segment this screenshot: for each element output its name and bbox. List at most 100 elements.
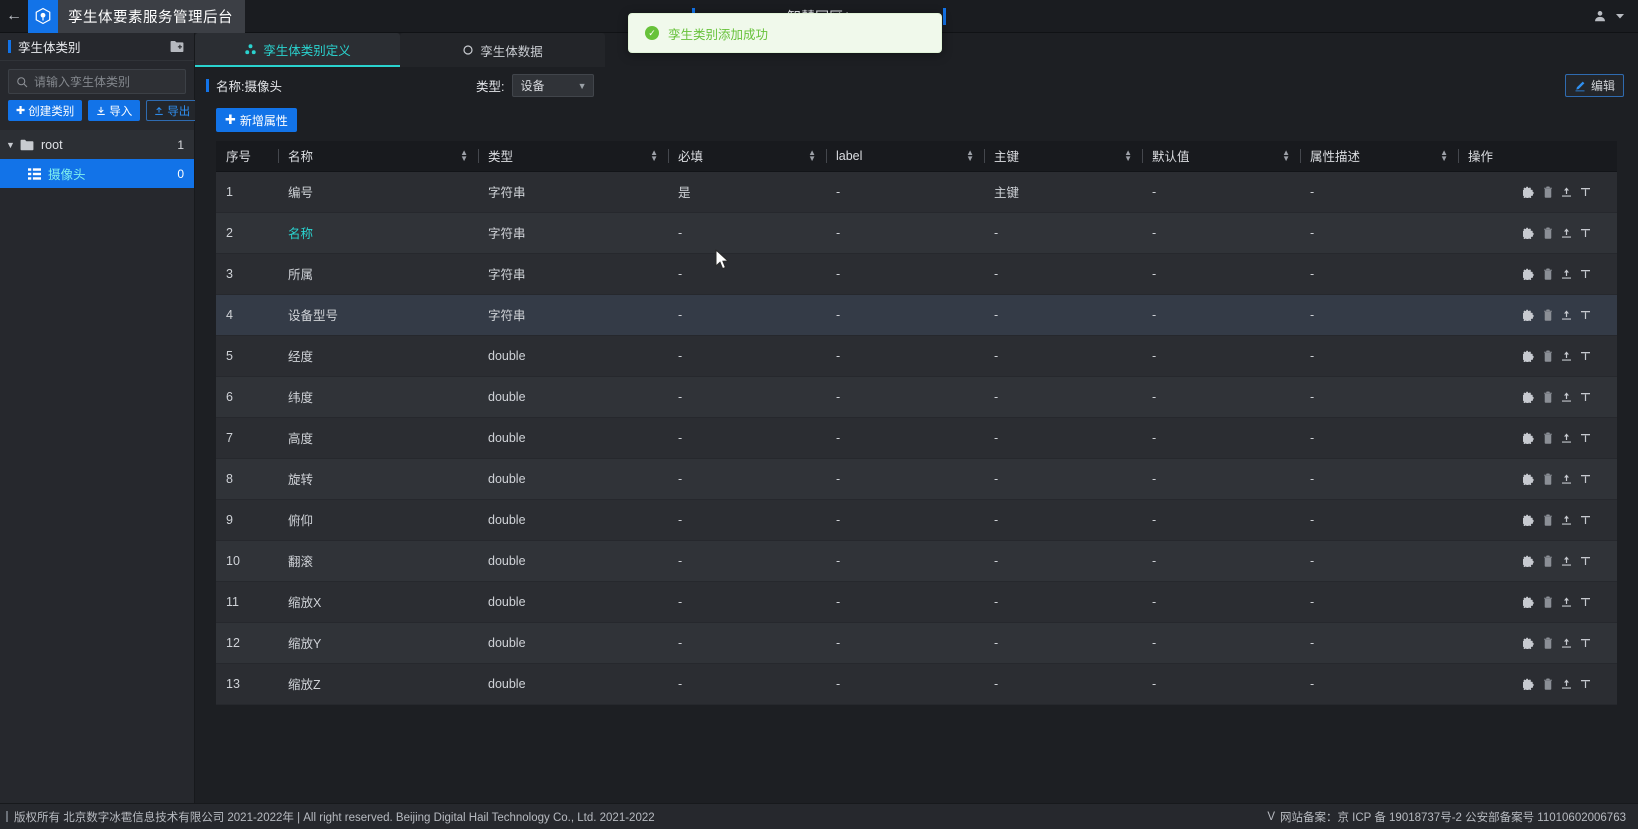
delete-icon[interactable] [1543, 186, 1553, 198]
move-up-icon[interactable] [1561, 637, 1572, 649]
table-cell-ops[interactable] [1458, 540, 1617, 582]
move-top-icon[interactable] [1580, 637, 1591, 649]
table-row[interactable]: 1 编号 字符串是 - 主键 - - [216, 171, 1617, 213]
search-input[interactable] [34, 74, 189, 89]
table-cell-ops[interactable] [1458, 212, 1617, 254]
settings-icon[interactable] [1523, 186, 1535, 198]
move-up-icon[interactable] [1561, 186, 1572, 198]
chevron-down-icon[interactable] [1614, 10, 1626, 22]
move-up-icon[interactable] [1561, 596, 1572, 608]
delete-icon[interactable] [1543, 350, 1553, 362]
settings-icon[interactable] [1523, 350, 1535, 362]
tab-class-definition[interactable]: 孪生体类别定义 [195, 33, 400, 67]
delete-icon[interactable] [1543, 391, 1553, 403]
move-up-icon[interactable] [1561, 514, 1572, 526]
move-top-icon[interactable] [1580, 391, 1591, 403]
table-cell-ops[interactable] [1458, 376, 1617, 418]
move-up-icon[interactable] [1561, 678, 1572, 690]
add-attribute-button[interactable]: ✚ 新增属性 [216, 108, 297, 132]
user-icon[interactable] [1593, 9, 1607, 23]
type-select[interactable]: 设备 ▼ [512, 74, 595, 97]
table-row[interactable]: 5 经度 double - - - - - [216, 335, 1617, 377]
table-row[interactable]: 3 所属 字符串 - - - - - [216, 253, 1617, 295]
import-button[interactable]: 导入 [88, 100, 141, 121]
delete-icon[interactable] [1543, 555, 1553, 567]
table-header-req[interactable]: 必填 ▲ ▼ [668, 141, 826, 172]
table-row[interactable]: 8 旋转 double - - - - - [216, 458, 1617, 500]
table-cell-ops[interactable] [1458, 335, 1617, 377]
move-up-icon[interactable] [1561, 555, 1572, 567]
move-top-icon[interactable] [1580, 309, 1591, 321]
move-up-icon[interactable] [1561, 268, 1572, 280]
move-up-icon[interactable] [1561, 350, 1572, 362]
move-top-icon[interactable] [1580, 186, 1591, 198]
settings-icon[interactable] [1523, 555, 1535, 567]
table-cell-ops[interactable] [1458, 171, 1617, 213]
table-row[interactable]: 11 缩放X double - - - - - [216, 581, 1617, 623]
sort-toggle-name[interactable]: ▲ ▼ [460, 148, 468, 162]
table-row[interactable]: 12 缩放Y double - - - - - [216, 622, 1617, 664]
delete-icon[interactable] [1543, 678, 1553, 690]
move-top-icon[interactable] [1580, 350, 1591, 362]
back-arrow-icon[interactable]: ← [0, 0, 28, 33]
settings-icon[interactable] [1523, 473, 1535, 485]
move-top-icon[interactable] [1580, 432, 1591, 444]
move-up-icon[interactable] [1561, 473, 1572, 485]
delete-icon[interactable] [1543, 596, 1553, 608]
settings-icon[interactable] [1523, 227, 1535, 239]
move-top-icon[interactable] [1580, 268, 1591, 280]
table-cell-ops[interactable] [1458, 294, 1617, 336]
move-up-icon[interactable] [1561, 309, 1572, 321]
table-cell-ops[interactable] [1458, 458, 1617, 500]
delete-icon[interactable] [1543, 227, 1553, 239]
delete-icon[interactable] [1543, 432, 1553, 444]
table-header-label[interactable]: label ▲ ▼ [826, 141, 984, 172]
table-cell-ops[interactable] [1458, 622, 1617, 664]
sort-toggle-label[interactable]: ▲ ▼ [966, 148, 974, 162]
table-row[interactable]: 4 设备型号 字符串 - - - - - [216, 294, 1617, 336]
edit-button[interactable]: 编辑 [1564, 74, 1624, 97]
delete-icon[interactable] [1543, 268, 1553, 280]
delete-icon[interactable] [1543, 309, 1553, 321]
export-button[interactable]: 导出 [146, 100, 199, 121]
settings-icon[interactable] [1523, 391, 1535, 403]
sort-toggle-pk[interactable]: ▲ ▼ [1124, 148, 1132, 162]
table-cell-ops[interactable] [1458, 253, 1617, 295]
settings-icon[interactable] [1523, 678, 1535, 690]
new-folder-icon[interactable] [170, 40, 184, 53]
move-top-icon[interactable] [1580, 678, 1591, 690]
table-header-def[interactable]: 默认值 ▲ ▼ [1142, 141, 1300, 172]
table-cell-ops[interactable] [1458, 663, 1617, 705]
table-header-type[interactable]: 类型 ▲ ▼ [478, 141, 668, 172]
move-up-icon[interactable] [1561, 391, 1572, 403]
search-box[interactable] [8, 69, 189, 94]
table-row[interactable]: 9 俯仰 double - - - - - [216, 499, 1617, 541]
create-category-button[interactable]: ✚ 创建类别 [8, 100, 83, 121]
table-row[interactable]: 6 纬度 double - - - - - [216, 376, 1617, 418]
settings-icon[interactable] [1523, 596, 1535, 608]
tab-twin-data[interactable]: 孪生体数据 [400, 33, 605, 67]
move-up-icon[interactable] [1561, 432, 1572, 444]
settings-icon[interactable] [1523, 309, 1535, 321]
settings-icon[interactable] [1523, 637, 1535, 649]
sort-toggle-req[interactable]: ▲ ▼ [808, 148, 816, 162]
table-header-name[interactable]: 名称 ▲ ▼ [278, 141, 478, 172]
chevron-down-icon[interactable]: ▼ [6, 140, 20, 150]
table-header-desc[interactable]: 属性描述 ▲ ▼ [1300, 141, 1458, 172]
move-up-icon[interactable] [1561, 227, 1572, 239]
move-top-icon[interactable] [1580, 555, 1591, 567]
delete-icon[interactable] [1543, 473, 1553, 485]
tree-node-camera[interactable]: 摄像头 0 [0, 159, 194, 188]
table-row[interactable]: 7 高度 double - - - - - [216, 417, 1617, 459]
table-cell-ops[interactable] [1458, 499, 1617, 541]
sort-toggle-desc[interactable]: ▲ ▼ [1440, 148, 1448, 162]
delete-icon[interactable] [1543, 637, 1553, 649]
table-cell-ops[interactable] [1458, 581, 1617, 623]
table-row[interactable]: 2 名称 字符串 - - - - - [216, 212, 1617, 254]
move-top-icon[interactable] [1580, 514, 1591, 526]
table-header-pk[interactable]: 主键 ▲ ▼ [984, 141, 1142, 172]
sort-toggle-def[interactable]: ▲ ▼ [1282, 148, 1290, 162]
move-top-icon[interactable] [1580, 596, 1591, 608]
settings-icon[interactable] [1523, 514, 1535, 526]
move-top-icon[interactable] [1580, 473, 1591, 485]
